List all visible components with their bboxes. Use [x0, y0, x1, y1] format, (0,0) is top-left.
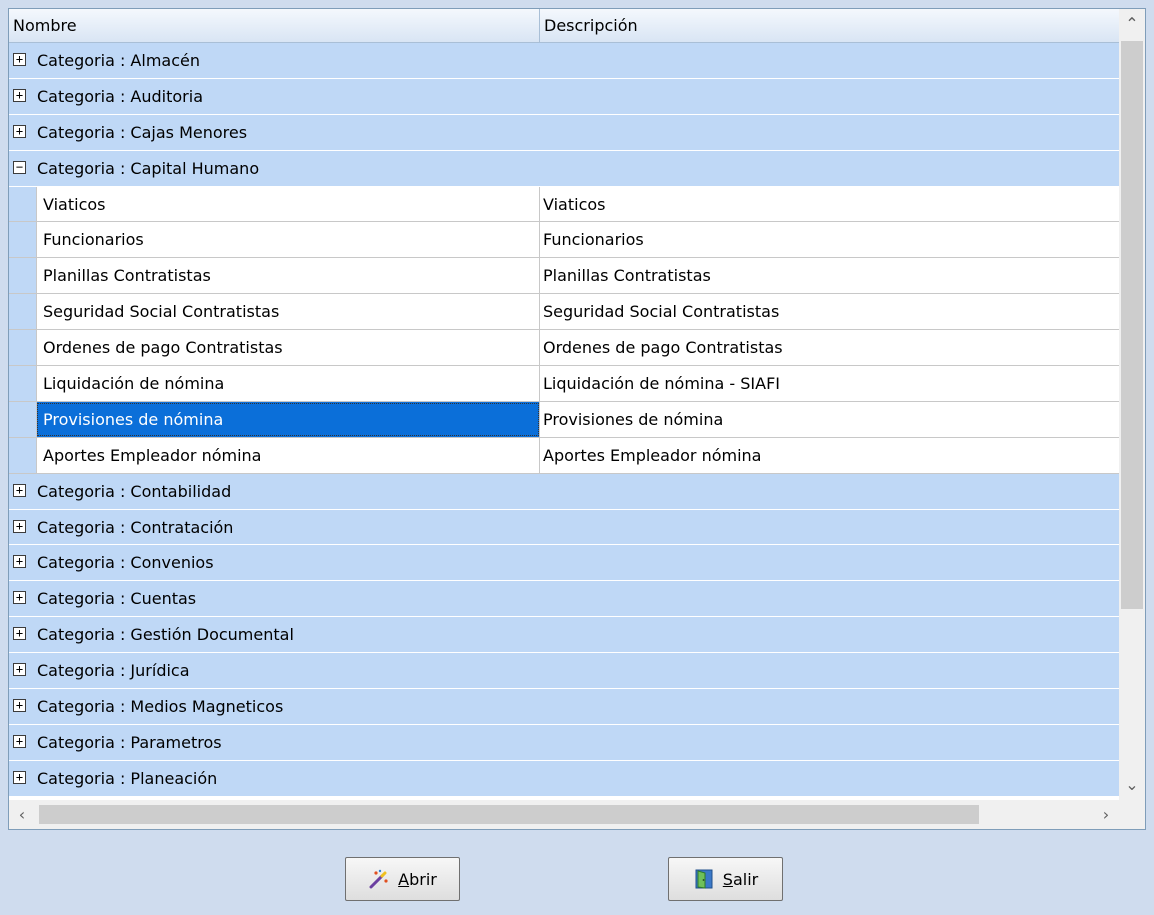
scroll-down-icon[interactable]: ⌄	[1119, 770, 1145, 800]
cell-description[interactable]: Provisiones de nómina	[540, 402, 1119, 437]
cell-description[interactable]: Liquidación de nómina - SIAFI	[540, 366, 1119, 401]
category-label: Categoria : Almacén	[37, 51, 200, 70]
cell-name[interactable]: Liquidación de nómina	[36, 366, 540, 401]
cell-description[interactable]: Seguridad Social Contratistas	[540, 294, 1119, 329]
category-row[interactable]: + Categoria : Auditoria	[9, 78, 1119, 115]
table-row[interactable]: Liquidación de nómina Liquidación de nómi…	[9, 366, 1119, 402]
row-indent	[9, 258, 36, 294]
open-button-label: Abrir	[398, 869, 437, 889]
scroll-up-icon[interactable]: ⌃	[1119, 9, 1145, 39]
cell-name[interactable]: Funcionarios	[36, 222, 540, 258]
row-indent	[9, 186, 36, 222]
expand-toggle-icon[interactable]: +	[13, 53, 26, 66]
expand-toggle-icon[interactable]: +	[13, 519, 26, 533]
tree-grid: Nombre Descripción + Categoria : Almacén +…	[8, 8, 1146, 830]
scrollbar-corner	[1119, 800, 1145, 829]
category-label: Categoria : Cajas Menores	[37, 122, 248, 142]
category-row[interactable]: + Categoria : Cuentas	[9, 581, 1119, 618]
category-row[interactable]: + Categoria : Contratación	[9, 509, 1119, 546]
table-row[interactable]: Viaticos Viaticos	[9, 186, 1119, 223]
vertical-scrollbar[interactable]: ⌃ ⌄	[1119, 9, 1145, 800]
expand-toggle-icon[interactable]: −	[13, 160, 26, 174]
category-label: Categoria : Cuentas	[37, 589, 197, 609]
expand-toggle-icon[interactable]: +	[13, 88, 26, 102]
row-indent	[9, 401, 36, 437]
vertical-scroll-thumb[interactable]	[1121, 41, 1143, 609]
table-row[interactable]: Planillas Contratistas Planillas Contrati…	[9, 258, 1119, 295]
row-indent	[9, 366, 36, 401]
table-row-selected[interactable]: Provisiones de nómina Provisiones de nómi…	[9, 401, 1119, 438]
table-row[interactable]: Ordenes de pago Contratistas Ordenes de p…	[9, 330, 1119, 367]
table-row[interactable]: Funcionarios Funcionarios	[9, 222, 1119, 259]
category-label: Categoria : Contabilidad	[37, 481, 232, 501]
cell-name[interactable]: Aportes Empleador nómina	[36, 437, 540, 473]
grid-rows: + Categoria : Almacén + Categoria : Auditor…	[9, 43, 1119, 800]
category-label: Categoria : Convenios	[37, 553, 214, 573]
category-row-expanded[interactable]: − Categoria : Capital Humano	[9, 150, 1119, 187]
category-label: Categoria : Capital Humano	[37, 158, 260, 178]
scroll-right-icon[interactable]: ›	[1093, 800, 1119, 829]
exit-button[interactable]: Salir	[668, 857, 783, 901]
expand-toggle-icon[interactable]: +	[13, 734, 26, 748]
column-header-name[interactable]: Nombre	[9, 9, 540, 43]
category-label: Categoria : Auditoria	[37, 86, 204, 106]
expand-toggle-icon[interactable]: +	[13, 663, 26, 677]
magic-wand-icon	[368, 868, 390, 890]
expand-toggle-icon[interactable]: +	[13, 627, 26, 641]
horizontal-scrollbar[interactable]: ‹ ›	[9, 800, 1119, 829]
exit-button-label: Salir	[722, 869, 759, 889]
column-header: Nombre Descripción	[9, 9, 1119, 43]
table-row[interactable]: Aportes Empleador nómina Aportes Empleado…	[9, 437, 1119, 474]
category-row[interactable]: + Categoria : Cajas Menores	[9, 114, 1119, 151]
cell-name[interactable]: Ordenes de pago Contratistas	[36, 330, 540, 366]
category-row[interactable]: + Categoria : Medios Magneticos	[9, 689, 1119, 725]
category-row[interactable]: + Categoria : Jurídica	[9, 653, 1119, 690]
cell-description[interactable]: Viaticos	[540, 187, 1119, 222]
cell-description[interactable]: Funcionarios	[540, 222, 1119, 257]
cell-name[interactable]: Viaticos	[36, 186, 540, 222]
expand-toggle-icon[interactable]: +	[13, 124, 26, 138]
expand-toggle-icon[interactable]: +	[13, 699, 26, 713]
category-row[interactable]: + Categoria : Gestión Documental	[9, 617, 1119, 654]
column-header-description[interactable]: Descripción	[540, 9, 1119, 43]
expand-toggle-icon[interactable]: +	[13, 555, 26, 569]
cell-description[interactable]: Ordenes de pago Contratistas	[540, 330, 1119, 365]
table-row[interactable]: Seguridad Social Contratistas Seguridad S…	[9, 294, 1119, 331]
row-indent	[9, 437, 36, 473]
cell-name[interactable]: Provisiones de nómina	[36, 401, 540, 437]
cell-description[interactable]: Aportes Empleador nómina	[540, 438, 1119, 473]
cell-description[interactable]: Planillas Contratistas	[540, 258, 1119, 293]
expand-toggle-icon[interactable]: +	[13, 591, 26, 605]
row-indent	[9, 294, 36, 330]
horizontal-scroll-thumb[interactable]	[39, 805, 979, 824]
cell-name[interactable]: Seguridad Social Contratistas	[36, 294, 540, 330]
category-row[interactable]: + Categoria : Planeación	[9, 760, 1119, 797]
category-row[interactable]: + Categoria : Almacén	[9, 43, 1119, 79]
category-label: Categoria : Medios Magneticos	[37, 697, 284, 717]
category-label: Categoria : Gestión Documental	[37, 625, 294, 645]
scroll-left-icon[interactable]: ‹	[9, 800, 35, 829]
cell-name[interactable]: Planillas Contratistas	[36, 258, 540, 294]
category-row[interactable]: + Categoria : Convenios	[9, 545, 1119, 582]
open-button[interactable]: Abrir	[345, 857, 460, 901]
category-label: Categoria : Jurídica	[37, 661, 190, 681]
expand-toggle-icon[interactable]: +	[13, 483, 26, 497]
category-label: Categoria : Planeación	[37, 768, 218, 788]
row-indent	[9, 330, 36, 366]
row-indent	[9, 222, 36, 258]
category-label: Categoria : Contratación	[37, 517, 234, 537]
expand-toggle-icon[interactable]: +	[13, 770, 26, 784]
category-label: Categoria : Parametros	[37, 732, 222, 752]
category-row[interactable]: + Categoria : Contabilidad	[9, 473, 1119, 510]
door-exit-icon	[693, 868, 715, 890]
category-row[interactable]: + Categoria : Parametros	[9, 724, 1119, 761]
